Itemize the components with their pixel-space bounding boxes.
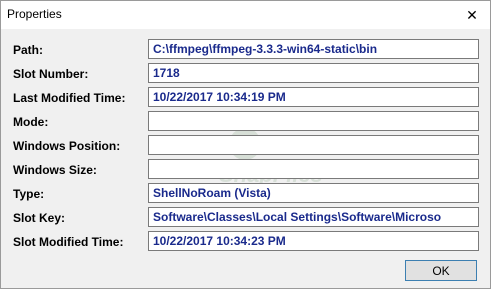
path-value: C:\ffmpeg\ffmpeg-3.3.3-win64-static\bin [153,42,378,56]
slot-number-value: 1718 [153,66,180,80]
close-icon[interactable]: ✕ [464,7,480,23]
mode-field[interactable] [148,111,479,131]
last-modified-time-field[interactable]: 10/22/2017 10:34:19 PM [148,87,479,107]
slot-key-field[interactable]: Software\Classes\Local Settings\Software… [148,207,479,227]
slot-modified-time-field[interactable]: 10/22/2017 10:34:23 PM [148,231,479,251]
field-row-last-modified-time: Last Modified Time: 10/22/2017 10:34:19 … [1,87,490,109]
slot-modified-time-value: 10/22/2017 10:34:23 PM [153,234,286,248]
windows-position-label: Windows Position: [13,139,121,153]
title-bar: Properties ✕ [1,1,490,29]
slot-key-label: Slot Key: [13,211,66,225]
path-field[interactable]: C:\ffmpeg\ffmpeg-3.3.3-win64-static\bin [148,39,479,59]
slot-key-value: Software\Classes\Local Settings\Software… [153,210,442,224]
window-title: Properties [7,7,62,21]
field-row-slot-number: Slot Number: 1718 [1,63,490,85]
field-row-path: Path: C:\ffmpeg\ffmpeg-3.3.3-win64-stati… [1,39,490,61]
type-field[interactable]: ShellNoRoam (Vista) [148,183,479,203]
slot-number-field[interactable]: 1718 [148,63,479,83]
field-row-type: Type: ShellNoRoam (Vista) [1,183,490,205]
field-row-windows-position: Windows Position: [1,135,490,157]
type-value: ShellNoRoam (Vista) [153,186,271,200]
field-row-windows-size: Windows Size: [1,159,490,181]
slot-number-label: Slot Number: [13,67,89,81]
field-row-slot-modified-time: Slot Modified Time: 10/22/2017 10:34:23 … [1,231,490,253]
field-row-slot-key: Slot Key: Software\Classes\Local Setting… [1,207,490,229]
field-row-mode: Mode: [1,111,490,133]
windows-size-label: Windows Size: [13,163,97,177]
ok-button[interactable]: OK [405,260,477,281]
last-modified-time-value: 10/22/2017 10:34:19 PM [153,90,286,104]
type-label: Type: [13,187,45,201]
windows-position-field[interactable] [148,135,479,155]
windows-size-field[interactable] [148,159,479,179]
properties-dialog: Properties ✕ SnapFiles Path: C:\ffmpeg\f… [0,0,491,289]
last-modified-time-label: Last Modified Time: [13,91,126,105]
slot-modified-time-label: Slot Modified Time: [13,235,124,249]
path-label: Path: [13,43,43,57]
mode-label: Mode: [13,115,49,129]
